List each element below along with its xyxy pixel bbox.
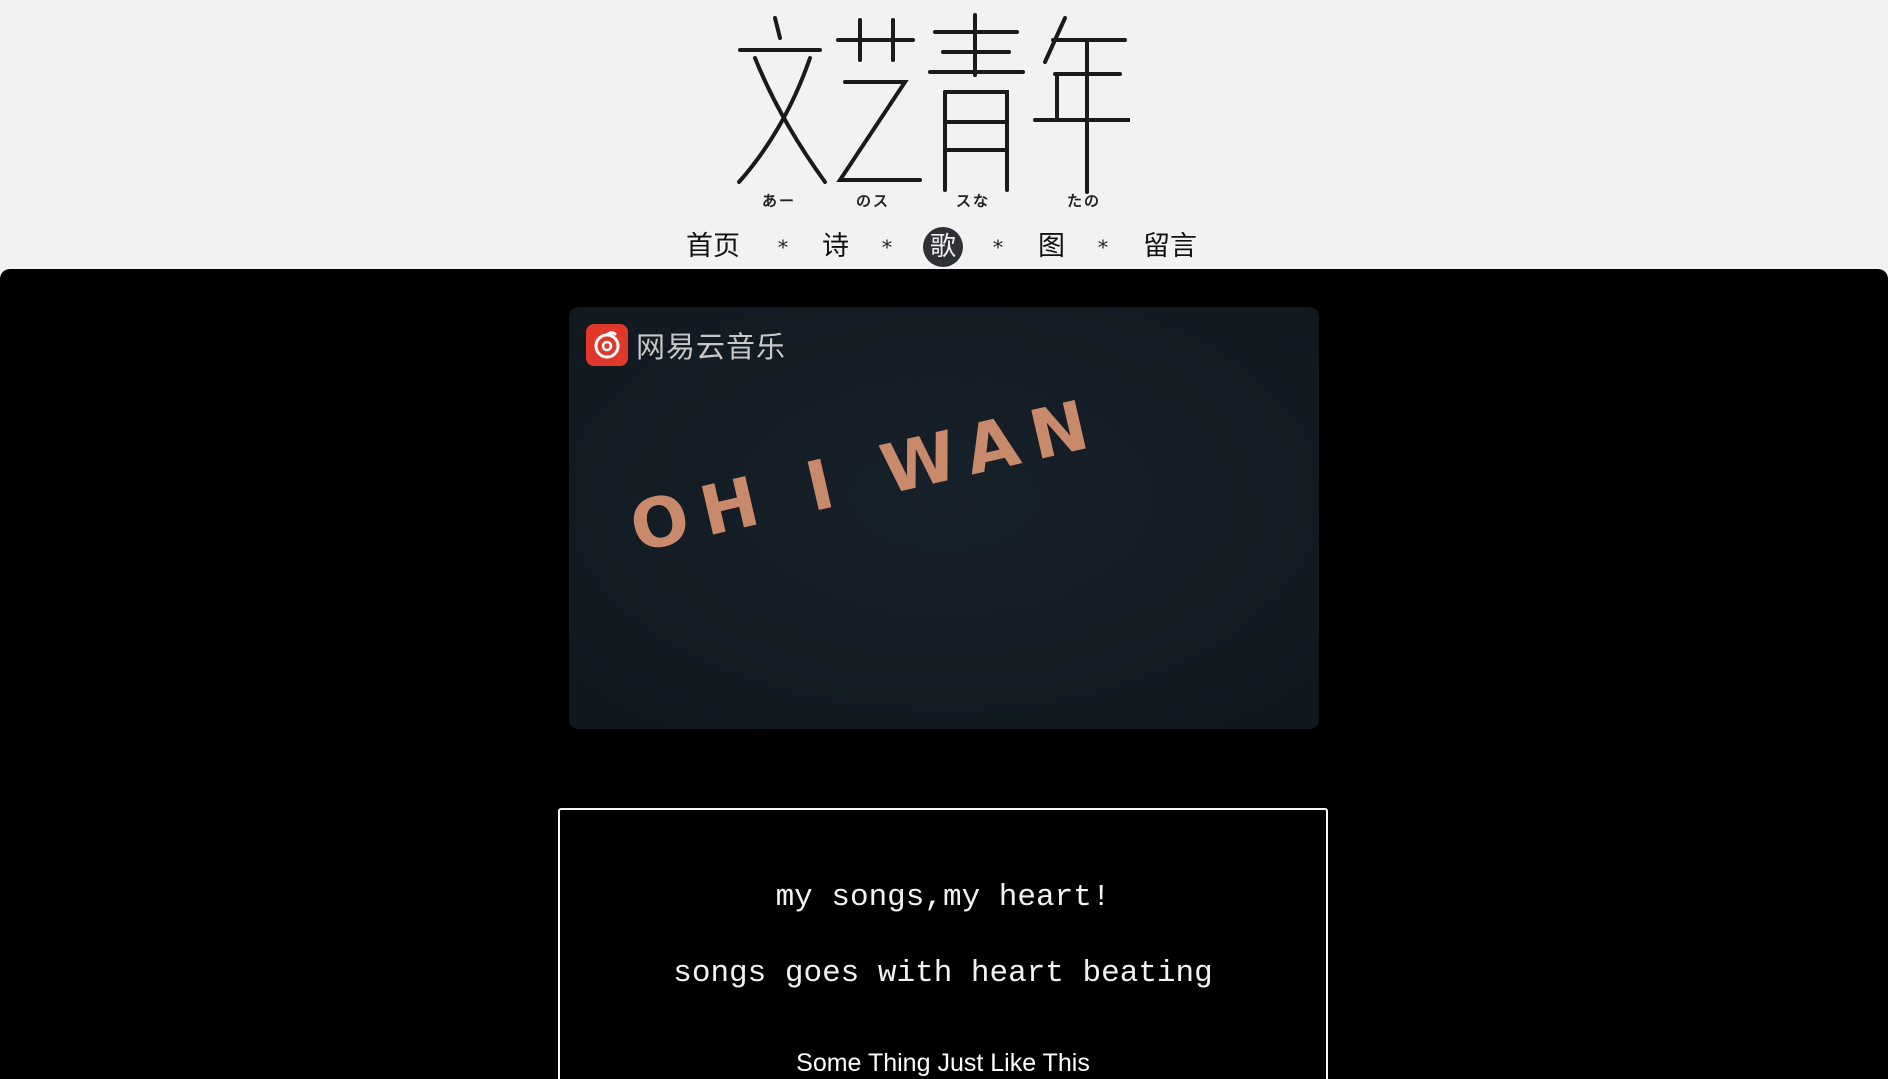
nav-separator: *	[993, 235, 1003, 259]
nav-item-songs[interactable]: 歌	[923, 227, 963, 267]
page: あー のス スな たの 首页 * 诗 * 歌 * 图 * 留言 OH I WAN	[0, 0, 1888, 1079]
brand-name: 网易云音乐	[636, 330, 787, 364]
logo-subtitle-3: スな	[956, 192, 991, 210]
card-heading: my songs,my heart!	[775, 880, 1111, 915]
logo-subtitle-2: のス	[856, 192, 891, 210]
nav-separator: *	[1098, 235, 1108, 259]
logo-subtitle-4: たの	[1067, 192, 1102, 210]
video-frame: OH I WAN	[569, 307, 1319, 729]
nav-separator: *	[778, 235, 788, 259]
song-info-card: my songs,my heart! songs goes with heart…	[558, 808, 1328, 1079]
nav-item-pictures[interactable]: 图	[1038, 225, 1065, 269]
nav-item-home[interactable]: 首页	[686, 225, 740, 269]
song-title[interactable]: Some Thing Just Like This	[560, 1049, 1326, 1078]
music-video-player[interactable]: OH I WAN 网易云音乐	[569, 307, 1319, 729]
nav-item-messages[interactable]: 留言	[1143, 225, 1197, 269]
netease-music-icon	[586, 324, 628, 366]
nav-separator: *	[882, 235, 892, 259]
nav-item-poems[interactable]: 诗	[822, 225, 849, 269]
site-logo[interactable]	[735, 10, 1130, 210]
netease-brand[interactable]: 网易云音乐	[586, 324, 786, 366]
card-subheading: songs goes with heart beating	[673, 956, 1213, 991]
logo-subtitle-1: あー	[762, 192, 797, 210]
main-nav: 首页 * 诗 * 歌 * 图 * 留言	[0, 225, 1888, 269]
logo-calligraphy	[737, 13, 1130, 194]
